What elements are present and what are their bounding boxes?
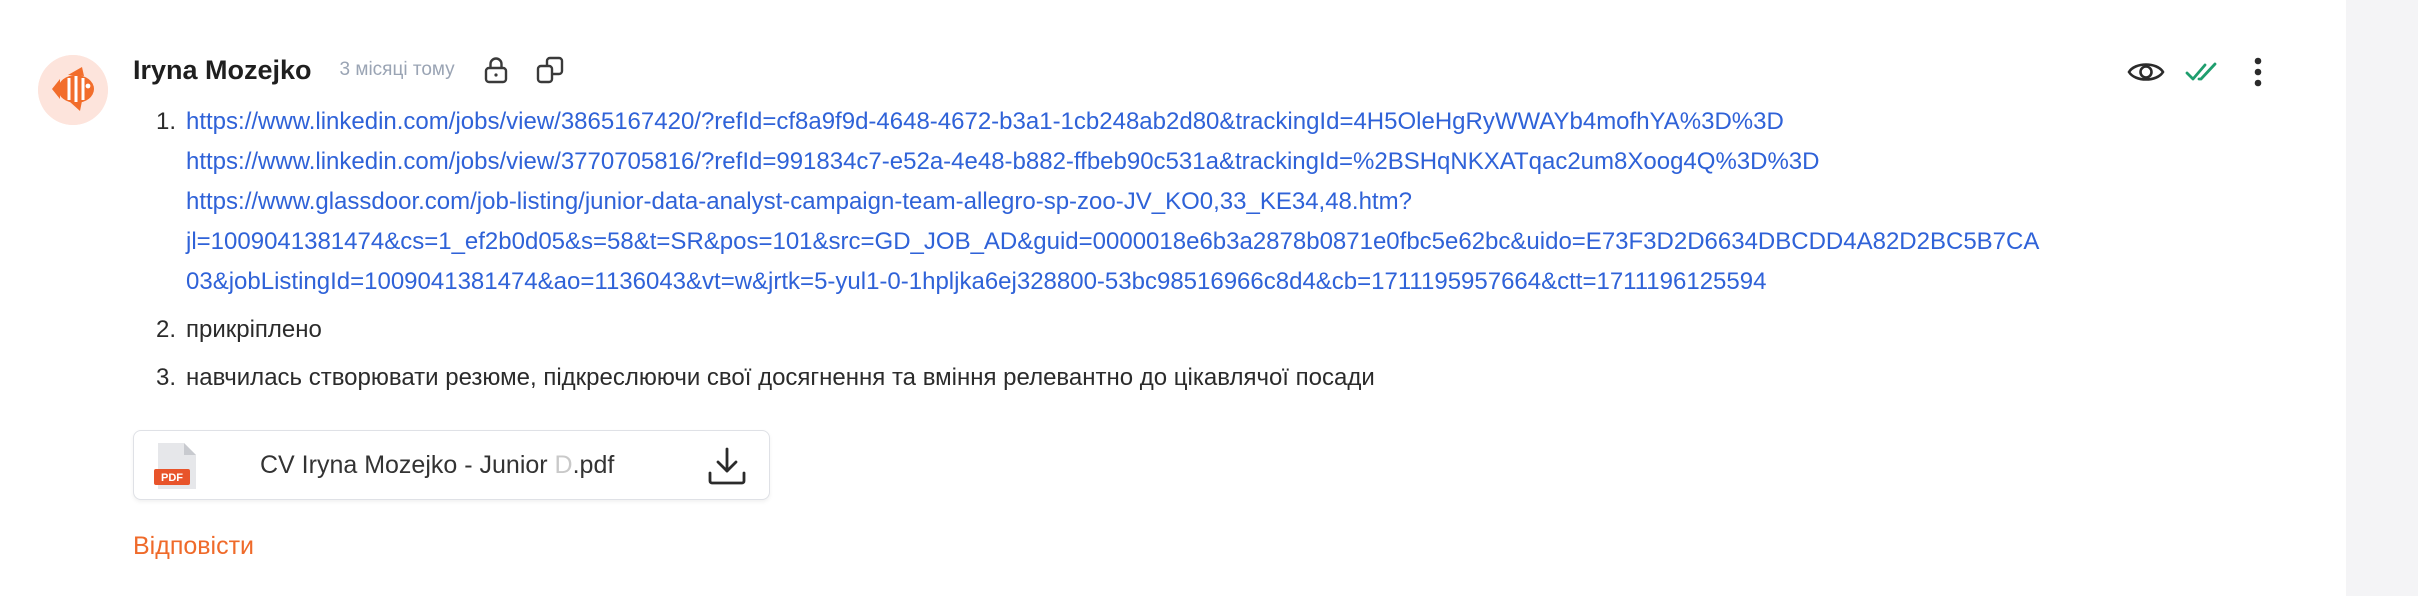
message-header: Iryna Mozejko 3 місяці тому <box>133 50 567 90</box>
avatar <box>38 55 108 125</box>
lock-icon[interactable] <box>479 53 513 87</box>
list-item: 1. https://www.linkedin.com/jobs/view/38… <box>133 102 2233 302</box>
list-item: 3. навчилась створювати резюме, підкресл… <box>133 358 2233 398</box>
link-group: https://www.linkedin.com/jobs/view/38651… <box>186 102 2226 302</box>
message-body: 1. https://www.linkedin.com/jobs/view/38… <box>133 102 2233 398</box>
filename-extension: .pdf <box>572 451 615 479</box>
glassdoor-job-link-line-3[interactable]: 03&jobListingId=1009041381474&ao=1136043… <box>186 262 2226 302</box>
list-item-number: 2. <box>155 316 176 343</box>
more-vertical-icon[interactable] <box>2237 52 2279 92</box>
list-item-number: 3. <box>155 364 176 391</box>
copy-link-icon[interactable] <box>533 53 567 87</box>
attachment-card[interactable]: PDF CV Iryna Mozejko - Junior D.pdf <box>133 430 770 500</box>
message-actions <box>2125 52 2279 92</box>
list-item: 2. прикріплено <box>133 310 2233 350</box>
double-check-icon <box>2181 52 2223 92</box>
download-icon[interactable] <box>706 445 748 487</box>
eye-icon[interactable] <box>2125 52 2167 92</box>
pdf-badge-text: PDF <box>161 472 183 484</box>
attachment-filename[interactable]: CV Iryna Mozejko - Junior D.pdf <box>260 451 614 480</box>
linkedin-job-link-1[interactable]: https://www.linkedin.com/jobs/view/38651… <box>186 102 2226 142</box>
linkedin-job-link-2[interactable]: https://www.linkedin.com/jobs/view/37707… <box>186 142 2226 182</box>
glassdoor-job-link-line-2[interactable]: jl=1009041381474&cs=1_ef2b0d05&s=58&t=SR… <box>186 222 2226 262</box>
filename-start: CV Iryna Mozejko - Junior <box>260 451 548 479</box>
pdf-file-icon: PDF <box>154 441 198 491</box>
message-timestamp: 3 місяці тому <box>339 59 455 80</box>
glassdoor-job-link-line-1[interactable]: https://www.glassdoor.com/job-listing/ju… <box>186 182 2226 222</box>
author-name[interactable]: Iryna Mozejko <box>133 55 312 86</box>
reply-link[interactable]: Відповісти <box>133 532 254 561</box>
filename-truncated: D <box>547 451 573 479</box>
list-item-number: 1. <box>155 108 176 135</box>
list-item-text: прикріплено <box>186 316 322 343</box>
list-item-text: навчилась створювати резюме, підкреслююч… <box>186 364 1375 391</box>
right-scroll-strip <box>2346 0 2418 596</box>
